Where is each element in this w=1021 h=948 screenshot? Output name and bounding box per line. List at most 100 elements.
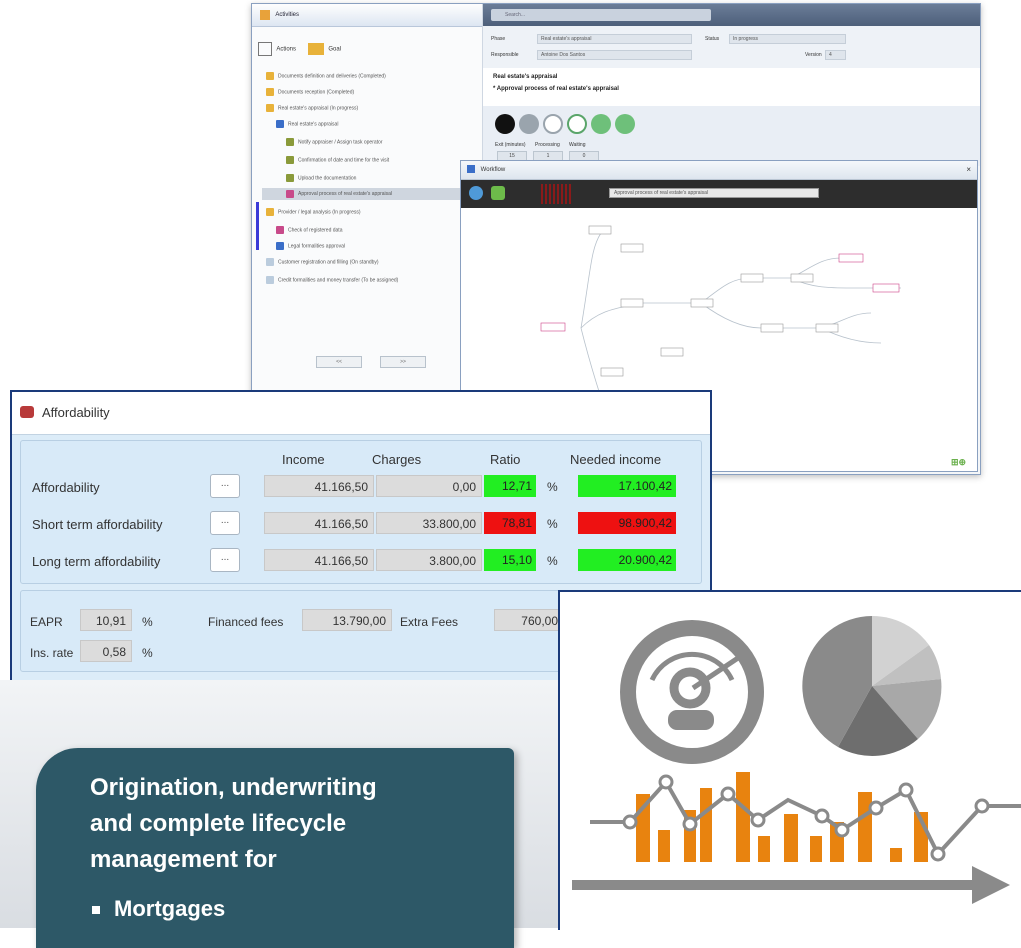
ratio-field: 15,10 bbox=[484, 549, 536, 571]
tree-item-selected[interactable]: Approval process of real estate's apprai… bbox=[262, 188, 474, 200]
comment-button[interactable] bbox=[567, 114, 587, 134]
affordability-header: Affordability bbox=[12, 392, 710, 435]
phase-field[interactable]: Real estate's appraisal bbox=[537, 34, 692, 44]
status-field[interactable]: In progress bbox=[729, 34, 846, 44]
pie-chart-icon bbox=[802, 615, 942, 756]
counter-label-2: Processing bbox=[535, 142, 560, 148]
tree-toolbar: Actions Goal bbox=[258, 42, 341, 56]
tree-item[interactable]: Documents reception (Completed) bbox=[266, 88, 354, 96]
tree-item[interactable]: Provider / legal analysis (In progress) bbox=[266, 208, 361, 216]
banner-line-2: and complete lifecycle bbox=[90, 810, 347, 837]
ratio-field: 12,71 bbox=[484, 475, 536, 497]
charges-field[interactable]: 3.800,00 bbox=[376, 549, 482, 571]
close-icon[interactable]: × bbox=[966, 161, 971, 179]
charges-field[interactable]: 0,00 bbox=[376, 475, 482, 497]
task-icon bbox=[286, 138, 294, 146]
counter-label-1: Exit (minutes) bbox=[495, 142, 526, 148]
ratio-header: Ratio bbox=[490, 452, 521, 467]
tree-item[interactable]: Upload the documentation bbox=[286, 174, 356, 182]
search-bar: Search... bbox=[483, 4, 980, 26]
tree-item[interactable]: Real estate's appraisal bbox=[276, 120, 338, 128]
task-summary: Real estate's appraisal * Approval proce… bbox=[483, 68, 980, 106]
tree-item[interactable]: Credit formalities and money transfer (T… bbox=[266, 276, 398, 284]
activities-title-bar: Activities bbox=[252, 4, 482, 27]
goal-icon bbox=[307, 43, 324, 55]
clock-button[interactable] bbox=[543, 114, 563, 134]
eapr-label: EAPR bbox=[30, 615, 63, 629]
save-button[interactable] bbox=[591, 114, 611, 134]
income-field[interactable]: 41.166,50 bbox=[264, 475, 374, 497]
ratio-percent: % bbox=[547, 554, 558, 568]
bullet-icon bbox=[92, 906, 100, 915]
actions-button[interactable]: Actions bbox=[276, 47, 296, 53]
trend-line-icon bbox=[590, 778, 1021, 858]
charges-header: Charges bbox=[372, 452, 422, 467]
workflow-search-field[interactable]: Approval process of real estate's apprai… bbox=[609, 188, 819, 198]
ins-rate-label: Ins. rate bbox=[30, 646, 74, 660]
bar-graph-icon bbox=[636, 772, 928, 862]
refresh-icon[interactable] bbox=[469, 186, 483, 200]
financed-fees-field[interactable]: 13.790,00 bbox=[302, 609, 392, 631]
tree-item[interactable]: Confirmation of date and time for the vi… bbox=[286, 156, 389, 164]
tree-item[interactable]: Notify appraiser / Assign task operator bbox=[286, 138, 383, 146]
workflow-icon bbox=[467, 165, 475, 174]
ratio-field: 78,81 bbox=[484, 512, 536, 534]
task-header: Phase Real estate's appraisal Status In … bbox=[483, 26, 980, 69]
responsible-label: Responsible bbox=[491, 52, 519, 58]
next-button[interactable]: >> bbox=[380, 356, 426, 368]
eapr-unit: % bbox=[142, 615, 153, 629]
income-field[interactable]: 41.166,50 bbox=[264, 512, 374, 534]
workflow-title-bar: Workflow × bbox=[461, 161, 977, 180]
action-bar: Exit (minutes) Processing Waiting 15 1 0 bbox=[483, 106, 980, 166]
income-field[interactable]: 41.166,50 bbox=[264, 549, 374, 571]
details-button[interactable]: ... bbox=[210, 474, 240, 498]
page-icon bbox=[266, 258, 274, 266]
ratio-percent: % bbox=[547, 517, 558, 531]
extra-fees-label: Extra Fees bbox=[400, 615, 459, 629]
task-icon bbox=[286, 156, 294, 164]
page-icon bbox=[266, 276, 274, 284]
zoom-icon[interactable]: ⊞⊕ bbox=[951, 457, 973, 467]
responsible-field[interactable]: Antoine Dos Santos bbox=[537, 50, 692, 60]
phase-label: Phase bbox=[491, 36, 506, 42]
tree-item[interactable]: Real estate's appraisal (In progress) bbox=[266, 104, 358, 112]
extra-fees-field[interactable]: 760,00 bbox=[494, 609, 564, 631]
tree-item[interactable]: Check of registered data bbox=[276, 226, 342, 234]
affordability-title: Affordability bbox=[42, 405, 110, 420]
workflow-title: Workflow bbox=[480, 167, 506, 173]
folder-icon bbox=[266, 208, 274, 216]
short-term-row-label: Short term affordability bbox=[32, 517, 163, 532]
pause-button[interactable] bbox=[519, 114, 539, 134]
details-button[interactable]: ... bbox=[210, 548, 240, 572]
arrow-icon bbox=[572, 866, 1010, 904]
approve-button[interactable] bbox=[615, 114, 635, 134]
tree-item[interactable]: Documents definition and deliveries (Com… bbox=[266, 72, 386, 80]
counter-label-3: Waiting bbox=[569, 142, 586, 148]
activities-icon bbox=[260, 10, 270, 20]
goal-button[interactable]: Goal bbox=[328, 47, 341, 53]
workflow-toolbar: Approval process of real estate's apprai… bbox=[461, 180, 977, 208]
version-field[interactable]: 4 bbox=[825, 50, 846, 60]
task-title: Real estate's appraisal bbox=[493, 74, 558, 80]
ins-rate-field[interactable]: 0,58 bbox=[80, 640, 132, 662]
details-button[interactable]: ... bbox=[210, 511, 240, 535]
play-button[interactable] bbox=[495, 114, 515, 134]
charges-field[interactable]: 33.800,00 bbox=[376, 512, 482, 534]
undo-icon[interactable] bbox=[491, 186, 505, 200]
check-icon bbox=[276, 226, 284, 234]
income-header: Income bbox=[282, 452, 325, 467]
tree-item[interactable]: Legal formalities approval bbox=[276, 242, 345, 250]
tree-marker bbox=[256, 202, 259, 250]
marketing-banner: Origination, underwriting and complete l… bbox=[36, 748, 514, 948]
search-input[interactable]: Search... bbox=[491, 9, 711, 21]
task-subtitle: * Approval process of real estate's appr… bbox=[493, 86, 619, 92]
tree-item[interactable]: Customer registration and filling (On st… bbox=[266, 258, 379, 266]
prev-button[interactable]: << bbox=[316, 356, 362, 368]
banner-line-3: management for bbox=[90, 846, 277, 873]
needed-income-field: 20.900,42 bbox=[578, 549, 676, 571]
banner-bullet: Mortgages bbox=[90, 896, 225, 922]
long-term-row-label: Long term affordability bbox=[32, 554, 161, 569]
task-icon bbox=[286, 174, 294, 182]
eapr-field[interactable]: 10,91 bbox=[80, 609, 132, 631]
needed-income-field: 17.100,42 bbox=[578, 475, 676, 497]
